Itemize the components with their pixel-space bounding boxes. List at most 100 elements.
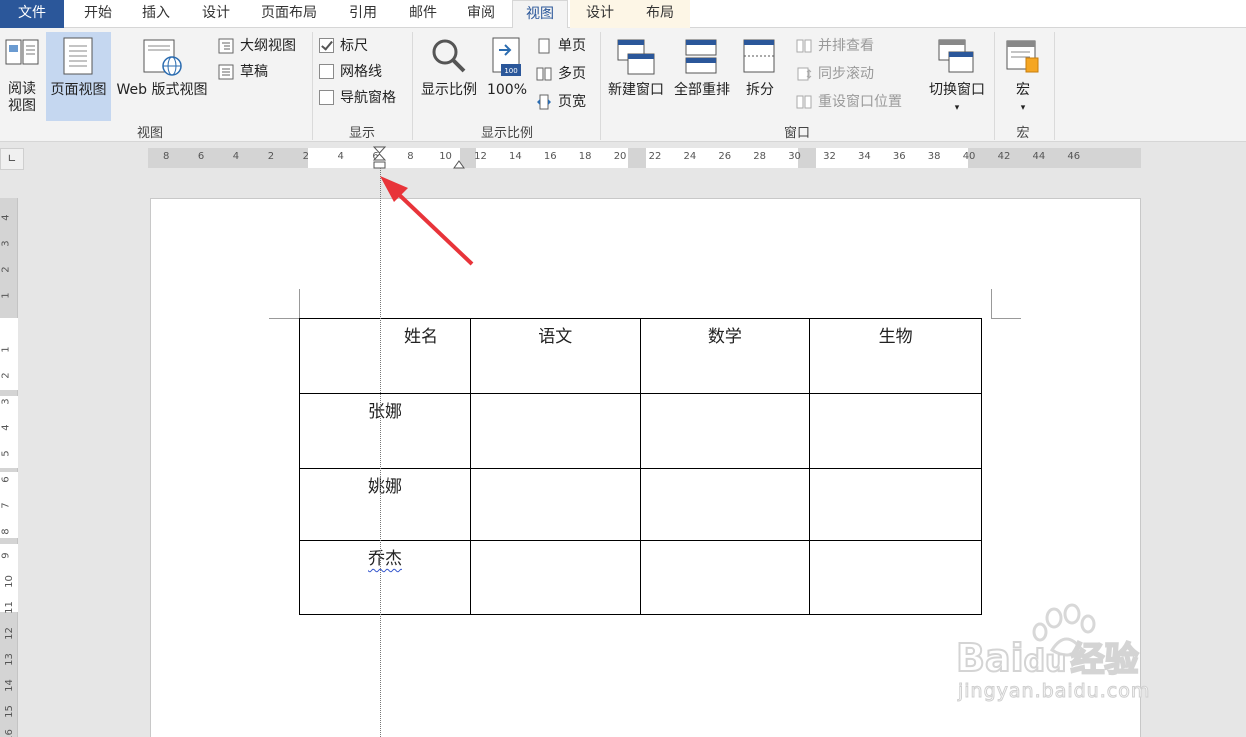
margin-corner-mark: [991, 318, 1021, 319]
header-cell-name[interactable]: 姓名: [299, 318, 471, 394]
macros-button[interactable]: 宏 ▾: [998, 32, 1048, 118]
new-window-button[interactable]: 新建窗口: [604, 32, 668, 118]
split-button[interactable]: 拆分: [738, 32, 782, 118]
read-mode-button[interactable]: 阅读 视图: [0, 32, 44, 118]
ruler-tick-label: 4: [0, 214, 12, 221]
group-separator: [994, 32, 995, 140]
ruler-tick-label: 40: [962, 151, 976, 162]
table-cell[interactable]: 姚娜: [299, 468, 471, 541]
table-cell[interactable]: [809, 393, 982, 469]
ruler-tick-label: 20: [613, 151, 627, 162]
macros-group-label: 宏: [1016, 126, 1030, 141]
zoom-label: 显示比例: [421, 82, 477, 98]
table-cell[interactable]: 乔杰: [299, 540, 471, 615]
web-layout-label: Web 版式视图: [116, 82, 208, 98]
ruler-text-area: [0, 318, 18, 390]
table-cell[interactable]: [809, 540, 982, 615]
tab-mailings[interactable]: 邮件: [398, 0, 448, 28]
switch-windows-button[interactable]: 切换窗口 ▾: [924, 32, 990, 118]
ruler-tick-label: 14: [509, 151, 522, 162]
table-cell[interactable]: [639, 393, 811, 469]
reset-window-position-label: 重设窗口位置: [818, 94, 902, 110]
table-cell[interactable]: [639, 540, 811, 615]
header-cell-math[interactable]: 数学: [639, 318, 811, 394]
macros-label: 宏: [1016, 82, 1030, 98]
switch-windows-icon: [938, 39, 974, 73]
table-cell[interactable]: [639, 468, 811, 541]
ruler-tick-label: 8: [407, 151, 414, 162]
gridlines-checkbox[interactable]: 网格线: [318, 60, 398, 84]
macros-icon: [1006, 40, 1039, 73]
tab-selector[interactable]: ∟: [0, 148, 24, 170]
draft-icon: [218, 64, 234, 80]
reset-window-icon: [796, 95, 812, 109]
ruler-tick-label: 3: [0, 398, 12, 405]
group-separator: [412, 32, 413, 140]
ruler-tick-label: 4: [0, 424, 12, 431]
zoom-100-button[interactable]: 100 100%: [484, 32, 530, 118]
misspelled-text[interactable]: 乔杰: [368, 549, 402, 569]
nav-pane-checkbox[interactable]: 导航窗格: [318, 86, 408, 110]
table-cell[interactable]: [469, 393, 641, 469]
nav-pane-check-box[interactable]: [319, 90, 334, 105]
table-row: 姚娜: [299, 468, 982, 541]
side-by-side-icon: [796, 39, 812, 53]
tab-table-layout[interactable]: 布局: [630, 0, 690, 28]
ruler-tick-label: 10: [3, 575, 15, 588]
multiple-pages-label: 多页: [558, 66, 586, 82]
read-mode-label: 阅读 视图: [8, 81, 36, 114]
table-cell[interactable]: [469, 468, 641, 541]
table-cell[interactable]: [809, 468, 982, 541]
ruler-tick-label: 2: [0, 266, 12, 273]
tab-review[interactable]: 审阅: [456, 0, 506, 28]
group-separator: [600, 32, 601, 140]
tab-home[interactable]: 开始: [72, 0, 124, 28]
gridlines-check-box[interactable]: [319, 64, 334, 79]
table-cell[interactable]: [469, 540, 641, 615]
header-cell-biology[interactable]: 生物: [809, 318, 982, 394]
header-cell-chinese[interactable]: 语文: [469, 318, 641, 394]
tab-file[interactable]: 文件: [0, 0, 64, 28]
page-width-icon: [537, 94, 551, 110]
book-icon: [5, 39, 39, 65]
tab-table-design[interactable]: 设计: [570, 0, 630, 28]
print-layout-button[interactable]: 页面视图: [46, 32, 111, 121]
ruler-tick-label: 44: [1032, 151, 1046, 162]
tab-design[interactable]: 设计: [190, 0, 242, 28]
ruler-tick-label: 36: [892, 151, 906, 162]
ruler-tick-label: 1: [0, 292, 12, 299]
ruler-tick-label: 13: [3, 653, 15, 666]
ruler-tick-label: 6: [197, 151, 205, 162]
zoom-button[interactable]: 显示比例: [416, 32, 482, 118]
tab-page-layout[interactable]: 页面布局: [250, 0, 328, 28]
table-row: 张娜: [299, 393, 982, 469]
group-separator: [1054, 32, 1055, 140]
macros-dropdown-icon: ▾: [1020, 103, 1026, 113]
page-width-label: 页宽: [558, 94, 586, 110]
tab-references[interactable]: 引用: [338, 0, 388, 28]
ruler-tick-label: 15: [3, 705, 15, 718]
ruler-check-box[interactable]: [319, 38, 334, 53]
ribbon-tab-bar: 文件 开始 插入 设计 页面布局 引用 邮件 审阅 视图 设计 布局: [0, 0, 1246, 29]
ruler-tick-label: 8: [163, 151, 170, 162]
ruler-tick-label: 1: [0, 346, 12, 353]
watermark-brand: Bai: [955, 635, 1025, 681]
vertical-ruler[interactable]: 4 3 2 1 1 2 3 4 5 6 7 8 9 10 11 12 13 14 15 16: [0, 198, 18, 737]
window-group-label: 窗口: [783, 126, 810, 141]
arrange-all-button[interactable]: 全部重排: [670, 32, 734, 118]
ruler-checkbox[interactable]: 标尺: [318, 34, 398, 58]
outline-view-label: 大纲视图: [240, 38, 296, 54]
score-table[interactable]: 姓名 语文 数学 生物 张娜 姚娜 乔杰: [299, 318, 982, 615]
web-layout-button[interactable]: Web 版式视图: [112, 32, 212, 118]
tab-view[interactable]: 视图: [512, 0, 568, 29]
watermark-brand-du: du: [1023, 643, 1068, 680]
tab-insert[interactable]: 插入: [130, 0, 182, 28]
horizontal-ruler[interactable]: 8 6 4 2 2 4 6 8 10 12 14 16 18 20 22 24 26 28 30 32 34 36 38 40…: [148, 146, 1141, 169]
table-row: 乔杰: [299, 540, 982, 615]
table-cell[interactable]: 张娜: [299, 393, 471, 469]
ruler-tick-label: 14: [3, 679, 15, 692]
ribbon-view: 阅读 视图 页面视图 Web 版式视图 大纲视图 草稿 视图 标尺 网格线 导航…: [0, 28, 1246, 142]
sync-scroll-icon: [797, 67, 812, 81]
views-group-label: 视图: [136, 126, 163, 141]
ruler-tick-label: 38: [927, 151, 941, 162]
